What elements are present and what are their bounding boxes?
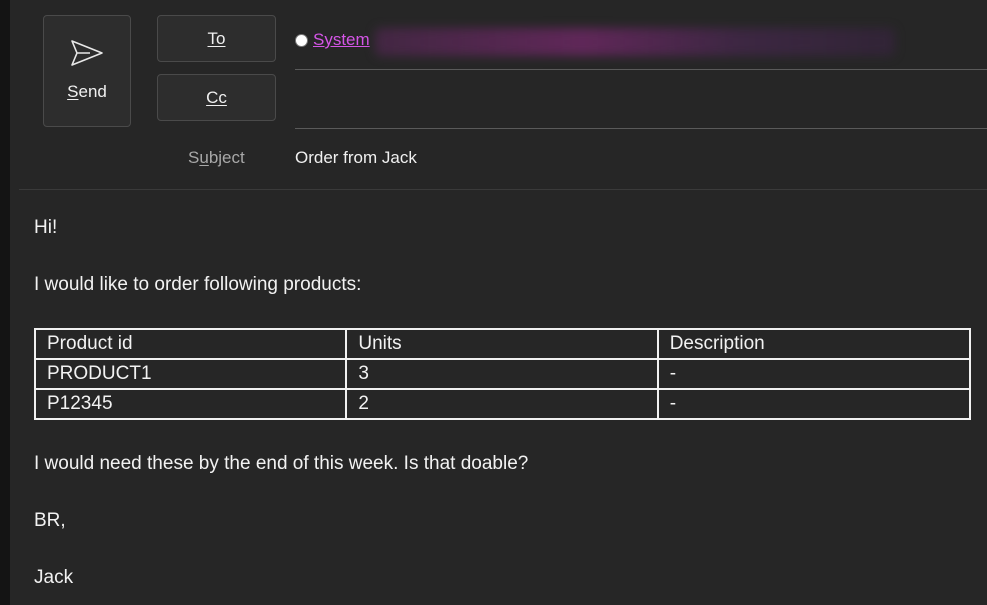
recipient-name[interactable]: System xyxy=(313,30,370,50)
redacted-email-address xyxy=(375,28,895,56)
subject-label-prefix: S xyxy=(188,148,200,167)
table-cell-product-id: PRODUCT1 xyxy=(33,358,348,390)
to-button[interactable]: To xyxy=(157,15,276,62)
column-header-description: Description xyxy=(656,328,972,360)
table-row: P12345 2 - xyxy=(33,388,972,420)
send-button-label: Send xyxy=(67,82,107,102)
cc-button-label: Cc xyxy=(206,87,227,107)
column-header-product-id: Product id xyxy=(33,328,348,360)
subject-label-accesskey: u xyxy=(199,148,209,167)
subject-input[interactable]: Order from Jack xyxy=(295,148,417,168)
recipient-chip[interactable]: System xyxy=(295,30,370,50)
signoff-text: BR, xyxy=(34,510,66,531)
cc-button[interactable]: Cc xyxy=(157,74,276,121)
presence-status-icon xyxy=(295,33,308,47)
table-header-row: Product id Units Description xyxy=(33,328,972,360)
table-cell-description: - xyxy=(656,388,972,420)
table-cell-units: 3 xyxy=(345,358,659,390)
closing-text: I would need these by the end of this we… xyxy=(34,453,529,474)
send-icon xyxy=(71,40,103,66)
signature-text: Jack xyxy=(34,567,74,588)
to-field[interactable]: System xyxy=(295,15,987,70)
cc-field[interactable] xyxy=(295,74,987,129)
table-row: PRODUCT1 3 - xyxy=(33,358,972,390)
send-button[interactable]: Send xyxy=(43,15,131,127)
table-cell-product-id: P12345 xyxy=(33,388,348,420)
to-button-label: To xyxy=(207,28,226,48)
send-label-rest: end xyxy=(78,82,107,101)
subject-label: Subject xyxy=(188,148,245,168)
table-cell-description: - xyxy=(656,358,972,390)
subject-label-suffix: bject xyxy=(208,148,245,167)
greeting-text: Hi! xyxy=(34,217,58,238)
compose-window: Send To Cc System Subject Order from Jac… xyxy=(10,0,987,605)
send-label-first: S xyxy=(67,82,79,101)
intro-text: I would like to order following products… xyxy=(34,274,362,295)
table-cell-units: 2 xyxy=(345,388,659,420)
window-left-edge xyxy=(0,0,10,605)
compose-header: Send To Cc System Subject Order from Jac… xyxy=(10,0,987,190)
products-table: Product id Units Description PRODUCT1 3 … xyxy=(33,328,972,420)
column-header-units: Units xyxy=(345,328,659,360)
header-divider xyxy=(19,189,987,190)
